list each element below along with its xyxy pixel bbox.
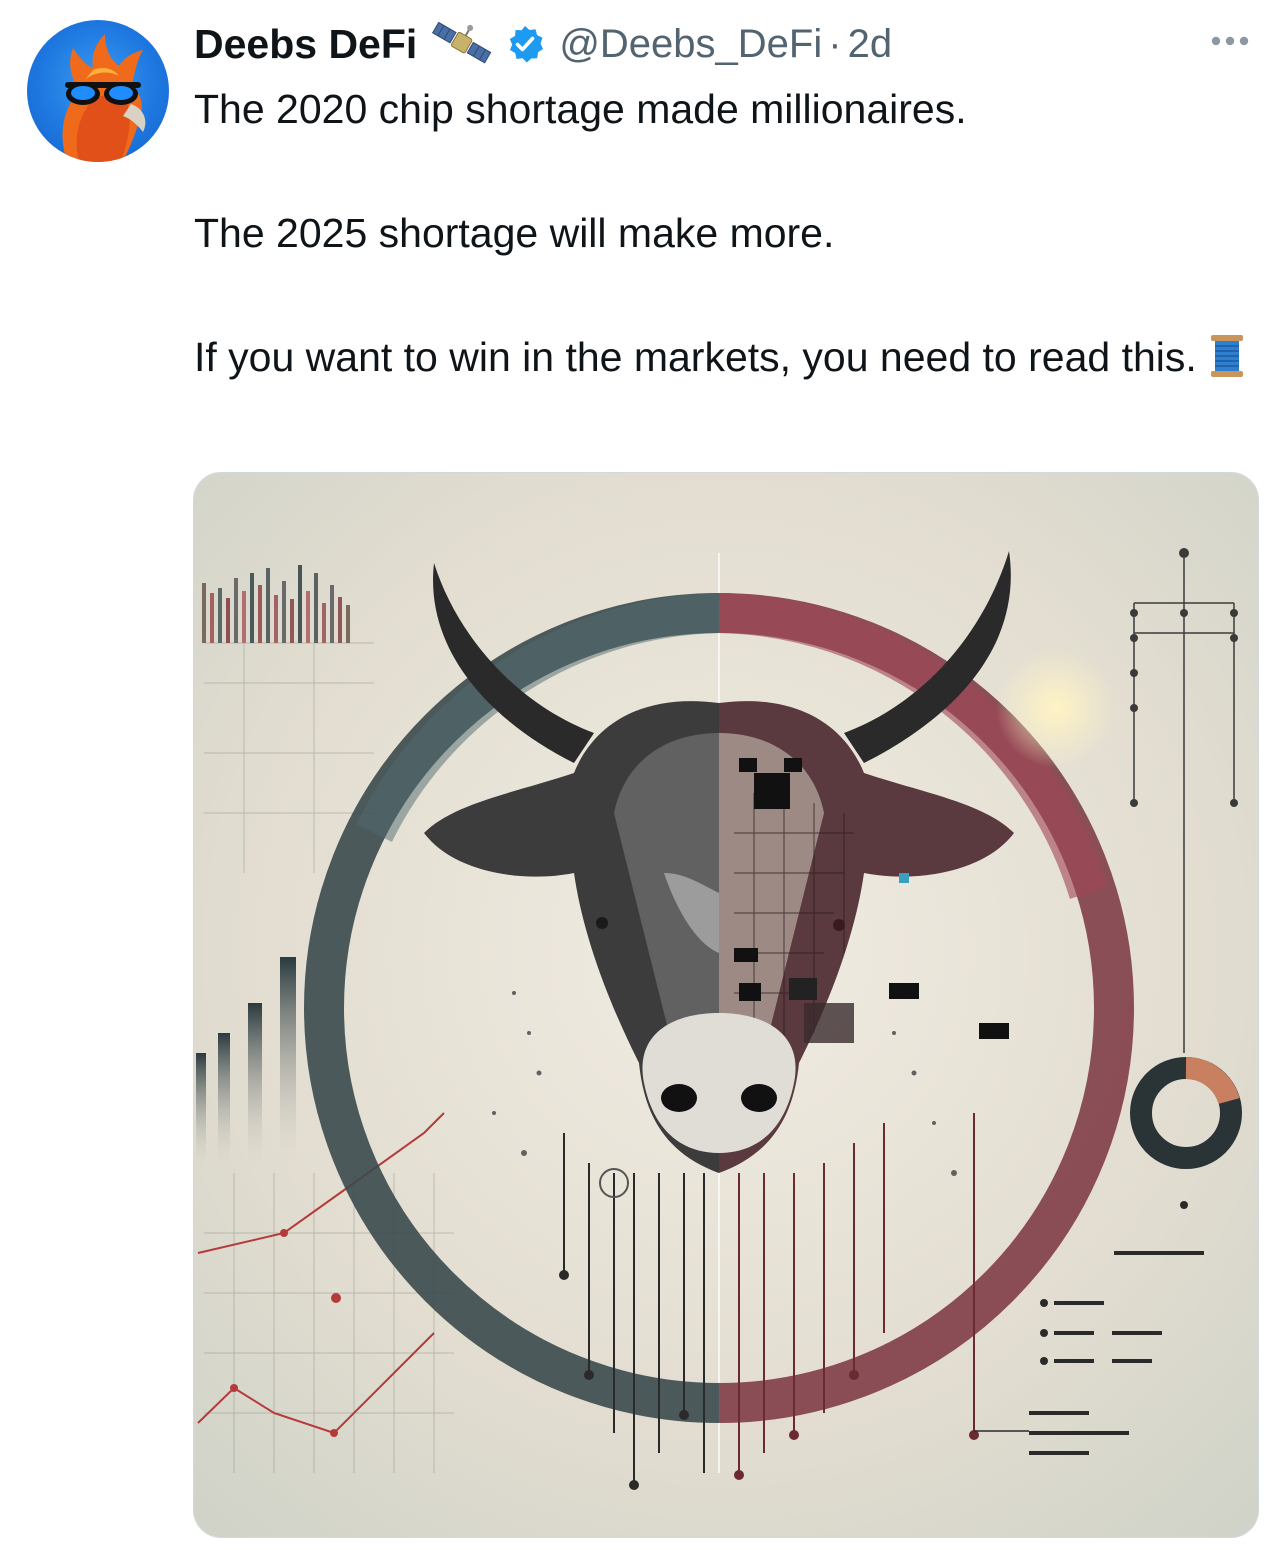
more-options-icon[interactable]: [1206, 26, 1254, 56]
tweet-text: The 2020 chip shortage made millionaires…: [194, 78, 1254, 388]
author-handle[interactable]: @Deebs_DeFi: [559, 22, 822, 67]
author-name[interactable]: Deebs DeFi: [194, 21, 417, 68]
tweet-timestamp[interactable]: 2d: [848, 22, 893, 67]
avatar-phoenix-icon: [62, 34, 146, 162]
separator-dot: ·: [828, 21, 842, 66]
tweet-line-2: The 2025 shortage will make more.: [194, 210, 835, 256]
verified-badge-icon: [505, 24, 545, 64]
avatar[interactable]: [27, 20, 169, 162]
tweet-line-1: The 2020 chip shortage made millionaires…: [194, 86, 967, 132]
tweet-image[interactable]: [193, 472, 1259, 1538]
tweet-line-3-text: If you want to win in the markets, you n…: [194, 334, 1197, 380]
tweet: Deebs DeFi @Deebs_DeFi · 2d The 2020 chi…: [0, 0, 1284, 1550]
tweet-header: Deebs DeFi @Deebs_DeFi · 2d: [194, 18, 892, 70]
tweet-line-3: If you want to win in the markets, you n…: [194, 326, 1254, 388]
bull-chip-artwork: [194, 473, 1258, 1537]
satellite-icon: [429, 21, 495, 67]
thread-spool-icon: [1207, 333, 1247, 379]
